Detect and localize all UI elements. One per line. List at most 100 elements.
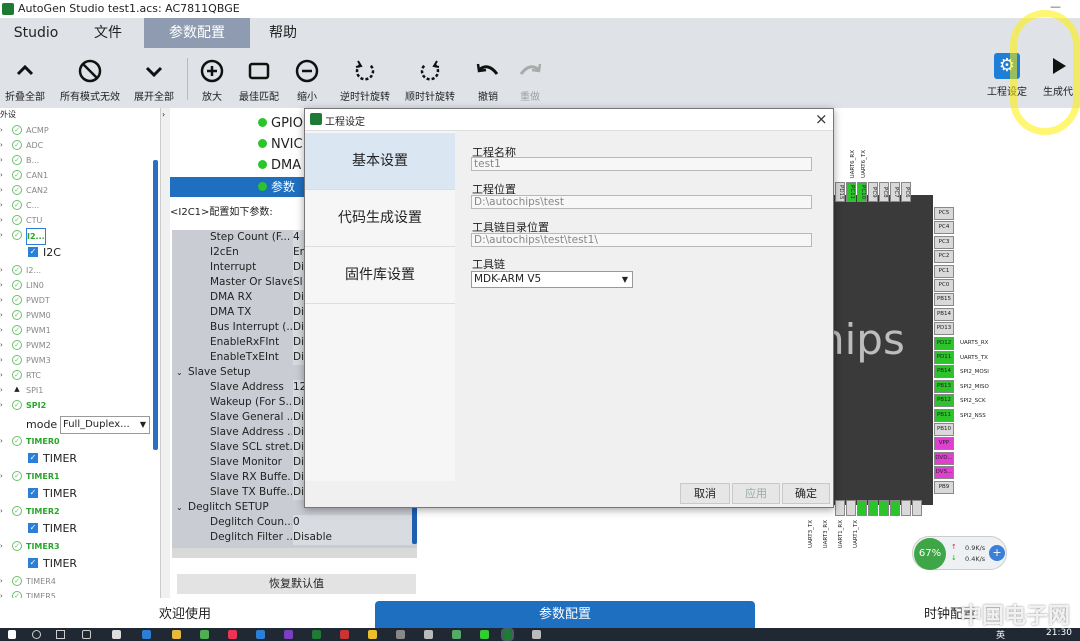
chip-pin[interactable]: PB14 [934,307,954,321]
checkbox-icon[interactable]: ✓ [28,523,38,533]
chip-pin[interactable]: PC7 [890,182,900,202]
checkbox-icon[interactable]: ✓ [28,247,38,257]
chip-pin[interactable]: PC6 [901,182,911,202]
chevron-icon[interactable]: › [0,398,3,413]
chevron-icon[interactable]: › [0,123,3,138]
chip-pin[interactable]: PC1 [934,264,954,278]
edge-icon[interactable] [142,630,151,639]
chip-pin[interactable]: PB10 [934,423,954,436]
redo-button[interactable]: 重做 [510,48,550,108]
chevron-down-icon[interactable]: ⌄ [176,500,183,515]
chevron-icon[interactable]: › [0,228,3,243]
cancel-button[interactable]: 取消 [680,483,730,504]
group-dma[interactable]: DMA [258,158,301,173]
param-row[interactable]: Deglitch Filter ... Disable [172,530,412,545]
chevron-icon[interactable]: › [0,153,3,168]
chip-pin[interactable]: PD13 [934,322,954,336]
chip-pin[interactable]: DVD... [934,451,954,465]
chip-pin[interactable]: PC3 [934,235,954,249]
chip-pin[interactable]: PB12 [934,394,954,408]
app-icon[interactable] [228,630,237,639]
ok-button[interactable]: 确定 [782,483,830,504]
param-hscrollbar[interactable] [172,548,417,558]
chevron-icon[interactable]: › [0,323,3,338]
group-params[interactable]: 参数 [170,177,305,197]
chevron-icon[interactable]: › [0,539,3,554]
app-icon[interactable] [368,630,377,639]
chip-pin[interactable] [868,500,878,516]
app-icon[interactable] [532,630,541,639]
app-icon[interactable] [312,630,321,639]
chevron-icon[interactable]: › [0,589,3,598]
chevron-icon[interactable]: › [0,368,3,383]
chip-pin[interactable]: PB9 [934,480,954,494]
app-icon[interactable] [452,630,461,639]
chevron-icon[interactable]: › [0,213,3,228]
chip-pin[interactable] [901,500,911,516]
app-icon[interactable] [396,630,405,639]
close-icon[interactable]: × [815,110,828,128]
best-fit-button[interactable]: 最佳匹配 [234,48,284,108]
chip-pin[interactable] [879,500,889,516]
checkbox-icon[interactable]: ✓ [28,488,38,498]
menu-studio[interactable]: Studio [0,18,72,48]
chevron-icon[interactable]: › [0,168,3,183]
all-modes-invalid-button[interactable]: 所有模式无效 [55,48,125,108]
chip-pin[interactable]: PC8 [879,182,889,202]
chip-pin[interactable] [857,500,867,516]
mode-select[interactable]: Full_Duplex... ▼ [60,416,150,434]
checkbox-icon[interactable]: ✓ [28,558,38,568]
chip-pin[interactable]: PD15 [835,182,845,202]
chevron-icon[interactable]: › [0,263,3,278]
chip-pin[interactable]: PC9 [868,182,878,202]
visual-studio-icon[interactable] [284,630,293,639]
chip-pin[interactable]: PB14 [934,365,954,379]
chevron-icon[interactable]: › [0,278,3,293]
menu-help[interactable]: 帮助 [250,18,316,48]
project-location-field[interactable]: D:\autochips\test [471,195,812,209]
chevron-icon[interactable]: › [0,183,3,198]
app-icon[interactable] [340,630,349,639]
chip-pin[interactable]: PC5 [934,207,954,220]
app-icon[interactable] [256,630,265,639]
chip-pin[interactable]: PB11 [934,408,954,422]
chevron-icon[interactable]: › [0,383,3,398]
tab-welcome[interactable]: 欢迎使用 [100,601,270,628]
zoom-in-button[interactable]: 放大 [192,48,232,108]
chip-pin[interactable]: PC2 [934,250,954,264]
plus-icon[interactable]: + [989,545,1005,561]
restore-default-button[interactable]: 恢复默认值 [177,574,416,594]
chip-pin[interactable]: PB15 [934,293,954,307]
toolchain-dir-field[interactable]: D:\autochips\test\test1\ [471,233,812,247]
rotate-cw-button[interactable]: 顺时针旋转 [400,48,460,108]
chevron-icon[interactable]: › [0,338,3,353]
app-icon[interactable] [200,630,209,639]
windows-start-icon[interactable] [8,630,16,639]
chip-pin[interactable] [835,500,845,516]
zoom-out-button[interactable]: 缩小 [287,48,327,108]
chip-pin[interactable]: VPP [934,437,954,451]
chip-pin[interactable]: DVS... [934,466,954,480]
tree-scrollbar[interactable] [153,160,158,450]
chevron-icon[interactable]: › [0,138,3,153]
folder-icon[interactable] [172,630,181,639]
toolchain-select[interactable]: MDK-ARM V5 ▼ [471,271,633,288]
chevron-down-icon[interactable]: ⌄ [176,365,183,380]
chip-pin[interactable] [890,500,900,516]
autogen-studio-icon[interactable] [501,628,514,641]
nav-firmware-settings[interactable]: 固件库设置 [305,247,455,304]
rotate-ccw-button[interactable]: 逆时针旋转 [335,48,395,108]
cortana-icon[interactable] [56,630,65,639]
chevron-icon[interactable]: › [0,308,3,323]
chip-pin[interactable]: PC0 [934,279,954,292]
chip-pin[interactable]: PC4 [934,221,954,235]
checkbox-icon[interactable]: ✓ [28,453,38,463]
tab-param-config[interactable]: 参数配置 [375,601,755,628]
wechat-icon[interactable] [480,630,489,639]
menu-file[interactable]: 文件 [72,18,144,48]
ime-indicator[interactable]: 英 [996,628,1005,641]
chevron-icon[interactable]: › [0,353,3,368]
chevron-icon[interactable]: › [0,293,3,308]
param-value[interactable]: 0 [293,515,412,530]
chip-pin[interactable]: PC11 [846,182,856,202]
